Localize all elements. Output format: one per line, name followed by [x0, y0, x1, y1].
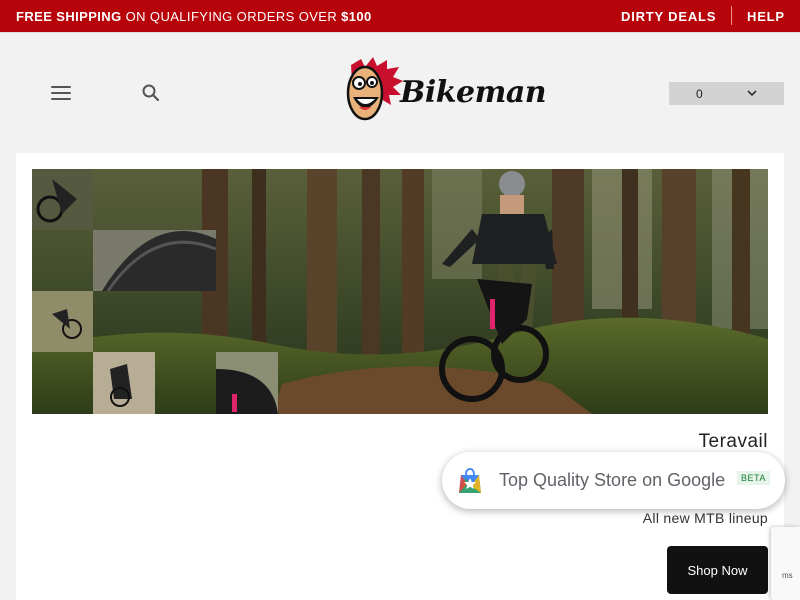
bikeman-mascot-icon	[346, 57, 403, 121]
site-header: Bikeman 0	[0, 32, 800, 153]
google-store-badge[interactable]: Top Quality Store on Google BETA	[442, 452, 785, 509]
promo-bar: FREE SHIPPING ON QUALIFYING ORDERS OVER …	[0, 0, 800, 32]
promo-bold-text: FREE SHIPPING	[16, 9, 122, 24]
shop-now-button[interactable]: Shop Now	[667, 546, 768, 594]
main-content: Teravail All new MTB lineup Shop Now	[16, 153, 784, 600]
site-logo[interactable]: Bikeman	[343, 57, 547, 127]
cart-count: 0	[696, 87, 703, 101]
logo-text: Bikeman	[400, 75, 547, 110]
chevron-down-icon	[747, 90, 757, 97]
topbar-divider	[731, 6, 732, 25]
cart-dropdown[interactable]: 0	[669, 82, 784, 105]
recaptcha-badge[interactable]: ms	[771, 527, 800, 600]
hero-banner-image[interactable]	[32, 169, 768, 414]
hero-brand-title: Teravail	[698, 431, 768, 452]
google-badge-text: Top Quality Store on Google	[499, 470, 725, 491]
google-badge-on: on Google	[637, 470, 726, 490]
promo-amount: $100	[341, 9, 372, 24]
beta-badge: BETA	[737, 471, 770, 485]
recaptcha-text: ms	[782, 571, 793, 580]
google-badge-main: Top Quality Store	[499, 470, 638, 490]
search-icon[interactable]	[141, 83, 161, 103]
hamburger-menu-icon[interactable]	[51, 86, 71, 102]
help-link[interactable]: HELP	[747, 9, 785, 24]
promo-text: ON QUALIFYING ORDERS OVER	[121, 9, 342, 24]
shopping-bag-icon	[459, 468, 481, 493]
hero-subtitle: All new MTB lineup	[642, 510, 768, 526]
dirty-deals-link[interactable]: DIRTY DEALS	[621, 9, 716, 24]
free-shipping-banner[interactable]: FREE SHIPPING ON QUALIFYING ORDERS OVER …	[16, 9, 372, 24]
